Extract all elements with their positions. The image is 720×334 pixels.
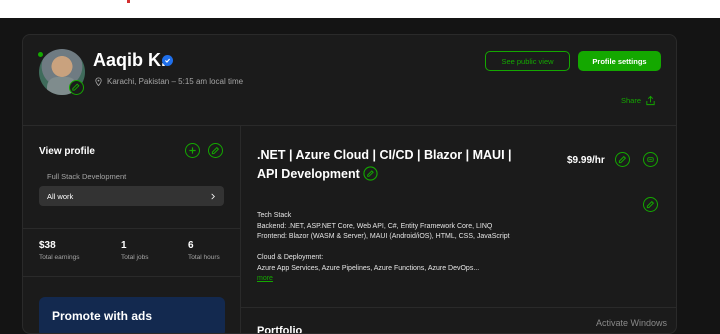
stat-label: Total earnings (39, 254, 80, 261)
profile-settings-button[interactable]: Profile settings (578, 51, 661, 71)
profile-name: Aaqib K. (93, 50, 167, 70)
edit-profile-icon[interactable] (208, 143, 223, 158)
portfolio-heading: Portfolio (257, 325, 303, 334)
specialization-item[interactable]: Full Stack Development (47, 172, 126, 181)
job-description: Tech Stack Backend: .NET, ASP.NET Core, … (257, 211, 510, 285)
stat-total-hours: 6 Total hours (188, 240, 220, 261)
description-line: Tech Stack (257, 212, 292, 219)
view-profile-heading: View profile (39, 146, 95, 157)
description-line (257, 243, 510, 254)
boost-icon[interactable] (643, 152, 658, 167)
hourly-rate: $9.99/hr (567, 155, 605, 166)
share-icon (646, 95, 655, 106)
stat-value: 1 (121, 240, 127, 251)
description-line: Azure App Services, Azure Pipelines, Azu… (257, 264, 480, 272)
avatar-container (37, 49, 85, 95)
divider (241, 307, 676, 308)
description-line: Cloud & Deployment: (257, 254, 324, 261)
description-line: Frontend: Blazor (WASM & Server), MAUI (… (257, 233, 510, 240)
share-button[interactable]: Share (621, 95, 656, 106)
add-profile-icon[interactable] (185, 143, 200, 158)
chevron-right-icon (211, 193, 215, 199)
stat-value: 6 (188, 240, 194, 251)
stat-total-jobs: 1 Total jobs (121, 240, 148, 261)
promote-with-ads-card[interactable]: Promote with ads (39, 297, 225, 333)
job-title-text: .NET | Azure Cloud | CI/CD | Blazor | MA… (257, 148, 512, 181)
top-strip-mark (127, 0, 130, 3)
stat-label: Total jobs (121, 254, 149, 261)
profile-location: Karachi, Pakistan – 5:15 am local time (94, 77, 243, 86)
edit-title-icon[interactable] (363, 166, 378, 185)
edit-rate-icon[interactable] (615, 152, 630, 167)
divider (23, 276, 240, 277)
location-text: Karachi, Pakistan – 5:15 am local time (107, 77, 244, 86)
column-divider (240, 125, 241, 333)
stat-total-earnings: $38 Total earnings (39, 240, 79, 261)
all-work-item[interactable]: All work (39, 186, 224, 206)
browser-top-strip (0, 0, 720, 18)
online-status-dot (37, 51, 44, 58)
more-link[interactable]: more (257, 274, 510, 285)
job-title: .NET | Azure Cloud | CI/CD | Blazor | MA… (257, 147, 527, 182)
all-work-label: All work (47, 191, 74, 201)
location-pin-icon (95, 77, 102, 86)
share-label: Share (621, 96, 642, 105)
description-line: Backend: .NET, ASP.NET Core, Web API, C#… (257, 222, 493, 230)
stat-value: $38 (39, 240, 56, 251)
edit-description-icon[interactable] (643, 197, 658, 212)
divider (23, 228, 240, 229)
profile-card: Aaqib K. Karachi, Pakistan – 5:15 am loc… (22, 34, 677, 334)
verified-badge-icon (162, 55, 173, 66)
see-public-view-button[interactable]: See public view (485, 51, 570, 71)
divider (23, 125, 676, 126)
stat-label: Total hours (188, 254, 220, 261)
avatar-edit-icon[interactable] (69, 80, 84, 95)
